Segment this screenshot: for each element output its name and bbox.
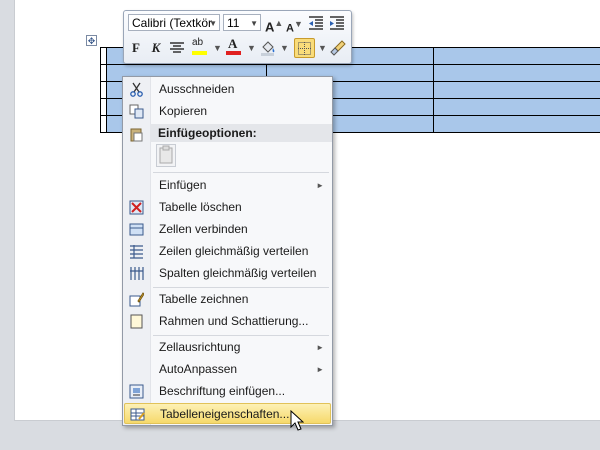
font-name-value: Calibri (Textkör <box>132 16 213 30</box>
menu-item-label: Kopieren <box>159 104 208 118</box>
table-move-handle-icon[interactable]: ✥ <box>86 35 97 46</box>
shading-button[interactable] <box>259 38 277 58</box>
paint-bucket-icon <box>261 41 275 56</box>
font-color-bar <box>226 51 241 55</box>
font-size-value: 11 <box>227 16 240 30</box>
distribute-columns-icon <box>130 267 144 280</box>
highlight-color-bar <box>192 51 207 55</box>
chevron-down-icon[interactable]: ▼ <box>280 38 289 58</box>
bold-icon: F <box>132 40 140 55</box>
mini-toolbar: Calibri (Textkör ▼ 11 ▼ A▲ A▼ F K ab ▼ A… <box>123 10 352 64</box>
menu-item-label: Zeilen gleichmäßig verteilen <box>159 244 309 258</box>
menu-separator <box>153 172 329 173</box>
context-menu: Ausschneiden Kopieren Einfügeoptionen: E… <box>122 76 333 426</box>
menu-item-delete-table[interactable]: Tabelle löschen <box>124 197 331 218</box>
decrease-indent-button[interactable] <box>307 13 325 33</box>
format-painter-icon <box>330 40 346 56</box>
table-properties-icon <box>130 408 145 421</box>
menu-item-label: Zellausrichtung <box>159 340 241 354</box>
delete-table-icon <box>129 200 144 215</box>
chevron-down-icon: ▼ <box>209 19 217 28</box>
increase-indent-icon <box>330 16 344 30</box>
menu-item-label: AutoAnpassen <box>159 362 238 376</box>
menu-item-label: Beschriftung einfügen... <box>159 384 286 398</box>
submenu-arrow-icon: ► <box>316 343 324 352</box>
submenu-arrow-icon: ► <box>316 365 324 374</box>
shrink-font-icon: A <box>286 22 294 35</box>
italic-icon: K <box>151 40 161 55</box>
menu-item-label: Rahmen und Schattierung... <box>159 314 309 328</box>
decrease-indent-icon <box>309 16 323 30</box>
menu-item-insert[interactable]: Einfügen ► <box>124 175 331 196</box>
menu-item-autofit[interactable]: AutoAnpassen ► <box>124 359 331 380</box>
shrink-font-button[interactable]: A▼ <box>286 14 303 35</box>
grow-font-icon: A <box>265 19 275 35</box>
merge-cells-icon <box>129 223 144 236</box>
paste-options-header: Einfügeoptionen: <box>150 124 332 142</box>
copy-icon <box>129 104 144 119</box>
highlight-icon: ab <box>192 37 204 48</box>
borders-icon <box>298 42 311 55</box>
menu-item-copy[interactable]: Kopieren <box>124 101 331 122</box>
menu-item-distribute-rows[interactable]: Zeilen gleichmäßig verteilen <box>124 241 331 262</box>
distribute-rows-icon <box>130 245 143 259</box>
menu-item-label: Tabelleneigenschaften... <box>160 407 290 421</box>
chevron-down-icon[interactable]: ▼ <box>318 38 327 58</box>
highlight-button[interactable]: ab <box>190 36 210 56</box>
mouse-cursor-icon <box>290 410 304 431</box>
chevron-down-icon[interactable]: ▼ <box>247 38 256 58</box>
clipboard-icon <box>159 145 173 164</box>
caption-icon <box>129 384 144 399</box>
menu-item-label: Zellen verbinden <box>159 222 248 236</box>
draw-table-icon <box>129 292 144 307</box>
scissors-icon <box>130 82 143 97</box>
center-align-icon <box>170 42 184 53</box>
center-align-button[interactable] <box>168 38 186 58</box>
menu-item-borders-shading[interactable]: Rahmen und Schattierung... <box>124 311 331 332</box>
paste-option-keep-text-button[interactable] <box>156 144 176 167</box>
font-color-button[interactable]: A <box>224 36 244 56</box>
submenu-arrow-icon: ► <box>316 181 324 190</box>
font-name-select[interactable]: Calibri (Textkör ▼ <box>128 14 220 31</box>
menu-item-cut[interactable]: Ausschneiden <box>124 79 331 100</box>
increase-indent-button[interactable] <box>328 13 346 33</box>
menu-item-label: Einfügen <box>159 178 207 192</box>
chevron-down-icon[interactable]: ▼ <box>213 38 222 58</box>
menu-item-distribute-columns[interactable]: Spalten gleichmäßig verteilen <box>124 263 331 284</box>
menu-item-cell-alignment[interactable]: Zellausrichtung ► <box>124 337 331 358</box>
menu-item-insert-caption[interactable]: Beschriftung einfügen... <box>124 381 331 402</box>
chevron-down-icon: ▼ <box>250 19 258 28</box>
menu-item-label: Spalten gleichmäßig verteilen <box>159 266 317 280</box>
font-size-select[interactable]: 11 ▼ <box>223 14 261 31</box>
bold-button[interactable]: F <box>128 38 144 58</box>
menu-item-label: Tabelle zeichnen <box>159 292 249 306</box>
paste-icon <box>130 128 143 142</box>
menu-item-label: Tabelle löschen <box>159 200 242 214</box>
menu-item-merge-cells[interactable]: Zellen verbinden <box>124 219 331 240</box>
menu-separator <box>153 335 329 336</box>
italic-button[interactable]: K <box>148 38 164 58</box>
format-painter-button[interactable] <box>329 38 347 58</box>
grow-font-button[interactable]: A▲ <box>265 13 283 35</box>
menu-separator <box>153 287 329 288</box>
menu-item-draw-table[interactable]: Tabelle zeichnen <box>124 289 331 310</box>
borders-icon <box>130 314 143 329</box>
borders-button[interactable] <box>294 38 315 58</box>
menu-item-label: Ausschneiden <box>159 82 235 96</box>
paste-options-label: Einfügeoptionen: <box>158 126 257 140</box>
